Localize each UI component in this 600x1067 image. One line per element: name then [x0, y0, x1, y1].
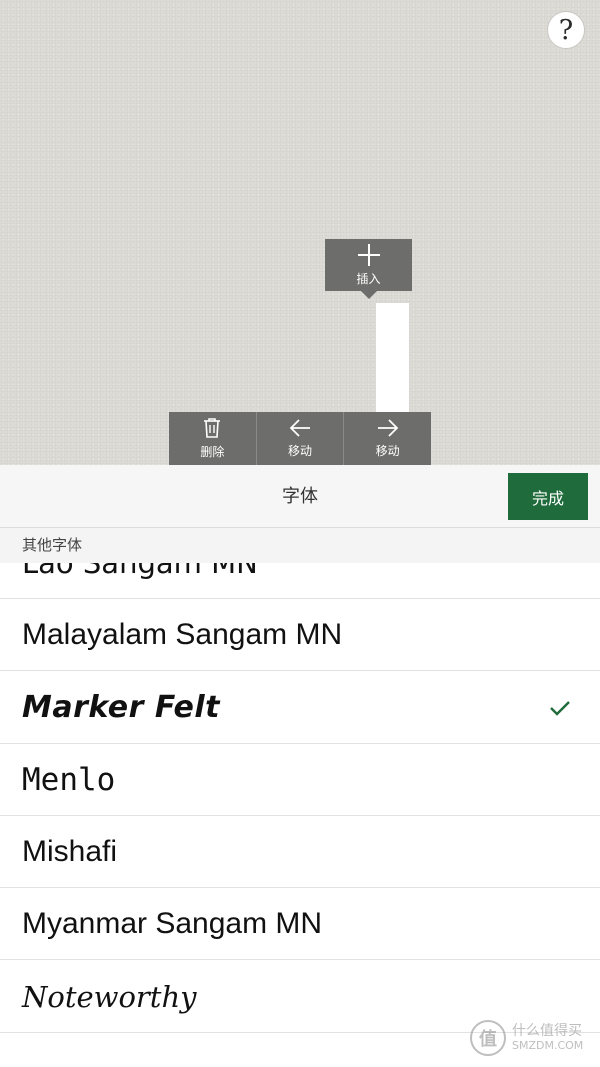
delete-label: 删除	[200, 445, 225, 459]
font-item-label: Lao Sangam MN	[22, 563, 258, 580]
section-header-other-fonts: 其他字体	[0, 528, 600, 563]
insert-label: 插入	[356, 271, 381, 286]
font-item-label: Menlo	[22, 761, 116, 798]
delete-button[interactable]: 删除	[169, 412, 257, 465]
edit-toolbar: 删除 移动 移动	[169, 412, 431, 465]
arrow-left-icon	[289, 419, 310, 437]
checkmark-icon	[550, 701, 570, 716]
watermark-domain: SMZDM.COM	[512, 1038, 584, 1052]
move-left-label: 移动	[288, 444, 313, 458]
watermark-logo-icon: 值	[470, 1020, 506, 1056]
watermark-text: 什么值得买	[512, 1023, 582, 1040]
font-item-lao-sangam-mn[interactable]: Lao Sangam MN	[0, 563, 600, 599]
font-item-marker-felt[interactable]: Marker Felt	[0, 672, 600, 744]
arrow-right-icon	[377, 419, 398, 437]
done-button[interactable]: 完成	[508, 473, 588, 520]
font-item-label: Malayalam Sangam MN	[22, 617, 343, 651]
insert-button[interactable]: 插入	[325, 239, 412, 299]
font-item-mishafi[interactable]: Mishafi	[0, 816, 600, 888]
font-panel-header: 字体 完成	[0, 465, 600, 528]
document-canvas[interactable]: ? 插入 删除 移动 移动	[0, 0, 600, 465]
watermark: 值 什么值得买 SMZDM.COM	[470, 1014, 595, 1062]
font-list[interactable]: Lao Sangam MN Malayalam Sangam MN Marker…	[0, 563, 600, 1067]
font-item-label: Noteworthy	[22, 979, 197, 1014]
font-item-label: Myanmar Sangam MN	[22, 906, 323, 940]
plus-icon	[357, 243, 380, 266]
font-item-malayalam-sangam-mn[interactable]: Malayalam Sangam MN	[0, 599, 600, 671]
move-left-button[interactable]: 移动	[257, 412, 345, 465]
font-item-menlo[interactable]: Menlo	[0, 744, 600, 816]
move-right-button[interactable]: 移动	[344, 412, 431, 465]
font-item-myanmar-sangam-mn[interactable]: Myanmar Sangam MN	[0, 888, 600, 960]
text-selection-block[interactable]	[376, 303, 409, 415]
font-item-label: Marker Felt	[22, 690, 220, 725]
move-right-label: 移动	[375, 444, 400, 458]
trash-icon	[204, 418, 221, 438]
help-button[interactable]: ?	[547, 11, 585, 49]
font-item-label: Mishafi	[22, 834, 118, 868]
help-icon: ?	[558, 14, 574, 46]
